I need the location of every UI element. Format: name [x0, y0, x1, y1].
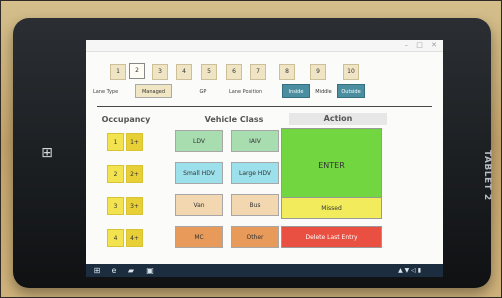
enter-button[interactable]: ENTER [281, 128, 382, 201]
windows-start-icon[interactable]: ⊞ [92, 266, 102, 275]
tablet-brand-label: TABLET 2 [482, 149, 492, 201]
vehicle-class-small-hdv-button[interactable]: Small HDV [175, 162, 223, 184]
action-title: Action [289, 113, 387, 125]
missed-button[interactable]: Missed [281, 197, 382, 219]
lane-type-managed-button[interactable]: Managed [135, 84, 172, 98]
section-divider [97, 106, 432, 107]
lane-position-label: Lane Position [229, 89, 263, 95]
app-window-icon[interactable]: ▣ [145, 266, 155, 275]
lane-number-button-9[interactable]: 9 [310, 64, 326, 80]
delete-last-entry-button[interactable]: Delete Last Entry [281, 226, 382, 248]
lane-type-label: Lane Type [93, 89, 119, 95]
window-controls[interactable]: – □ ✕ [405, 40, 440, 51]
lane-number-button-5[interactable]: 5 [201, 64, 217, 80]
lane-position-middle-button[interactable]: Middle [312, 84, 335, 98]
occupancy-button-3[interactable]: 3 [107, 197, 124, 215]
internet-explorer-icon[interactable]: e [109, 266, 119, 275]
file-explorer-icon[interactable]: ▰ [126, 266, 136, 275]
windows-button-icon: ⊞ [41, 145, 53, 161]
vehicle-class-bus-button[interactable]: Bus [231, 194, 279, 216]
occupancy-button-3-plus[interactable]: 3+ [126, 197, 143, 215]
occupancy-button-2-plus[interactable]: 2+ [126, 165, 143, 183]
vehicle-class-other-button[interactable]: Other [231, 226, 279, 248]
lane-number-button-1[interactable]: 1 [110, 64, 126, 80]
lane-type-gp-button[interactable]: GP [190, 84, 216, 98]
vehicle-class-large-hdv-button[interactable]: Large HDV [231, 162, 279, 184]
occupancy-button-4[interactable]: 4 [107, 229, 124, 247]
system-tray-icons[interactable]: ▲ ▼ ◁ ▮ [398, 265, 421, 276]
vehicle-class-title: Vehicle Class [204, 115, 264, 124]
lane-number-button-7[interactable]: 7 [250, 64, 266, 80]
occupancy-button-2[interactable]: 2 [107, 165, 124, 183]
vehicle-class-ldv-button[interactable]: LDV [175, 130, 223, 152]
lane-position-outside-button[interactable]: Outside [337, 84, 365, 98]
lane-position-inside-button[interactable]: Inside [282, 84, 310, 98]
tablet-screen: – □ ✕ 1 2 3 4 5 6 7 8 9 10 Lane Type Man… [86, 40, 443, 277]
lane-number-button-4[interactable]: 4 [176, 64, 192, 80]
lane-number-button-10[interactable]: 10 [343, 64, 359, 80]
occupancy-button-1[interactable]: 1 [107, 133, 124, 151]
vehicle-class-mc-button[interactable]: MC [175, 226, 223, 248]
occupancy-title: Occupancy [101, 115, 151, 124]
occupancy-button-1-plus[interactable]: 1+ [126, 133, 143, 151]
vehicle-class-van-button[interactable]: Van [175, 194, 223, 216]
occupancy-button-4-plus[interactable]: 4+ [126, 229, 143, 247]
lane-number-button-3[interactable]: 3 [152, 64, 168, 80]
lane-number-button-8[interactable]: 8 [279, 64, 295, 80]
lane-number-button-6[interactable]: 6 [226, 64, 242, 80]
window-title-bar: – □ ✕ [86, 40, 443, 52]
windows-taskbar: ⊞ e ▰ ▣ ▲ ▼ ◁ ▮ [86, 264, 443, 277]
lane-number-button-2[interactable]: 2 [129, 63, 145, 79]
vehicle-class-iaiv-button[interactable]: IAIV [231, 130, 279, 152]
